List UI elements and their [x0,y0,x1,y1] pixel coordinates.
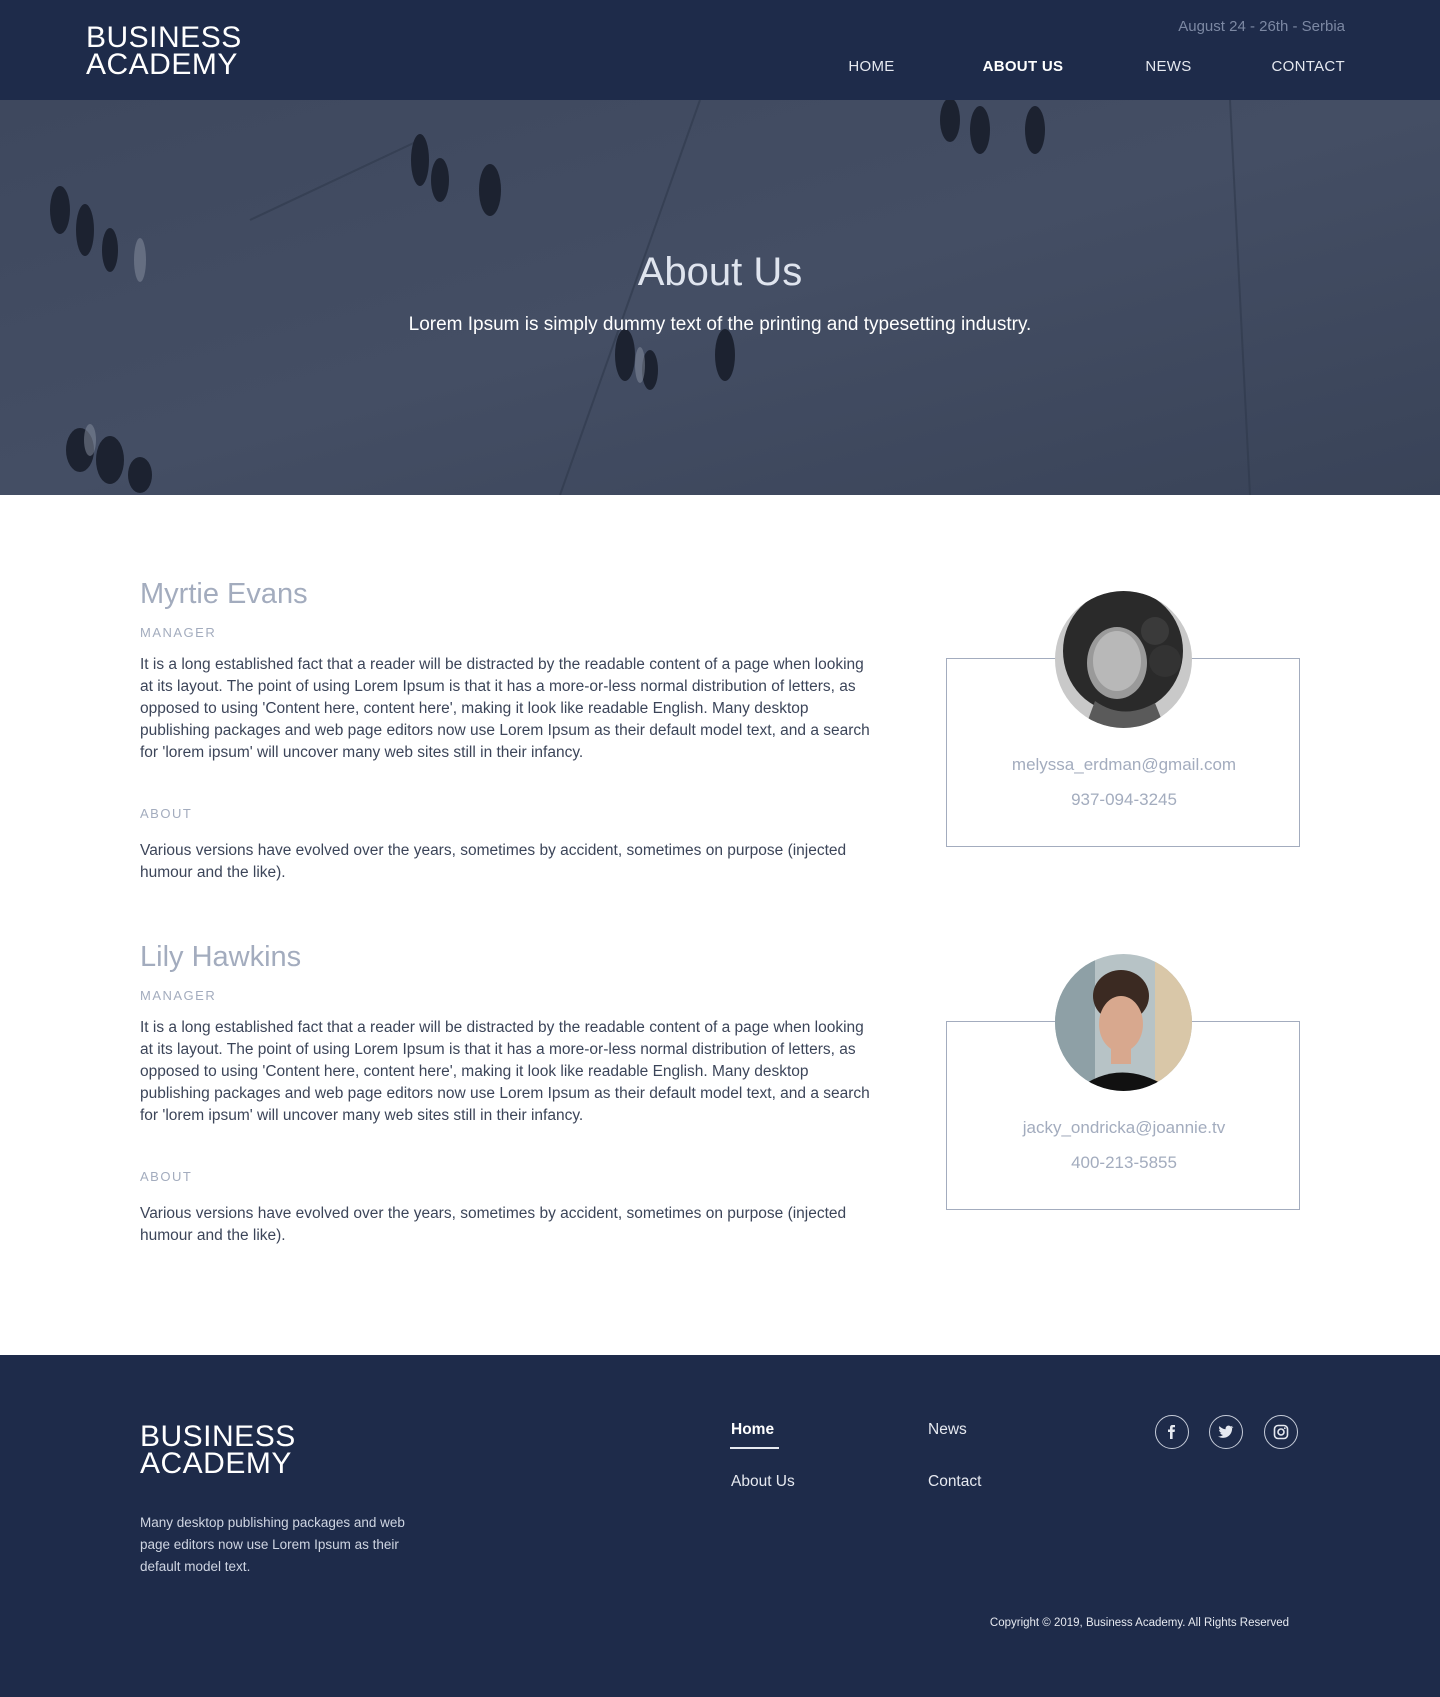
footer-description: Many desktop publishing packages and web… [140,1515,405,1574]
member-email[interactable]: jacky_ondricka@joannie.tv [947,1118,1301,1138]
page-title: About Us [637,250,803,294]
avatar-photo [1055,954,1192,1091]
member-bio: It is a long established fact that a rea… [140,1019,870,1124]
twitter-icon[interactable] [1209,1415,1243,1449]
member-about-label: ABOUT [140,1169,193,1184]
member-avatar [1055,954,1192,1091]
avatar-photo [1055,591,1192,728]
member-phone[interactable]: 400-213-5855 [947,1153,1301,1173]
main-nav: HOME ABOUT US NEWS CONTACT [848,58,1345,75]
footer-link-news[interactable]: News [928,1421,967,1439]
member-role: MANAGER [140,625,217,640]
member-about: Various versions have evolved over the y… [140,1205,847,1244]
site-header: BUSINESS ACADEMY August 24 - 26th - Serb… [0,0,1440,100]
footer-link-about-us[interactable]: About Us [731,1473,795,1491]
member-phone[interactable]: 937-094-3245 [947,790,1301,810]
member-name: Myrtie Evans [140,578,308,610]
member-about: Various versions have evolved over the y… [140,842,847,881]
logo-line-1: BUSINESS [86,21,242,54]
footer-link-home[interactable]: Home [731,1421,774,1439]
member-bio: It is a long established fact that a rea… [140,656,870,761]
footer-logo-line-2: ACADEMY [140,1447,292,1480]
active-link-underline [730,1447,779,1449]
nav-news[interactable]: NEWS [1145,58,1191,75]
member-email[interactable]: melyssa_erdman@gmail.com [947,755,1301,775]
hero-subtitle: Lorem Ipsum is simply dummy text of the … [408,314,1032,335]
site-footer: BUSINESS ACADEMY Many desktop publishing… [0,1355,1440,1697]
footer-logo-line-1: BUSINESS [140,1420,296,1453]
member-avatar [1055,591,1192,728]
nav-contact[interactable]: CONTACT [1272,58,1345,75]
hero-banner: About Us Lorem Ipsum is simply dummy tex… [0,100,1440,495]
footer-link-contact[interactable]: Contact [928,1473,981,1491]
member-about-label: ABOUT [140,806,193,821]
team-member-card: Myrtie Evans MANAGER It is a long establ… [140,578,1301,881]
member-name: Lily Hawkins [140,941,302,973]
footer-logo[interactable]: BUSINESS ACADEMY [140,1420,296,1480]
hero-background-image [0,100,1440,495]
logo-line-2: ACADEMY [86,48,238,81]
site-logo[interactable]: BUSINESS ACADEMY [86,21,242,81]
event-date: August 24 - 26th - Serbia [1178,18,1345,35]
team-member-card: Lily Hawkins MANAGER It is a long establ… [140,941,1301,1244]
instagram-icon[interactable] [1264,1415,1298,1449]
copyright-notice: Copyright © 2019, Business Academy. All … [989,1617,1289,1629]
facebook-icon[interactable] [1155,1415,1189,1449]
member-role: MANAGER [140,988,217,1003]
nav-home[interactable]: HOME [848,58,894,75]
nav-about-us[interactable]: ABOUT US [983,58,1064,75]
